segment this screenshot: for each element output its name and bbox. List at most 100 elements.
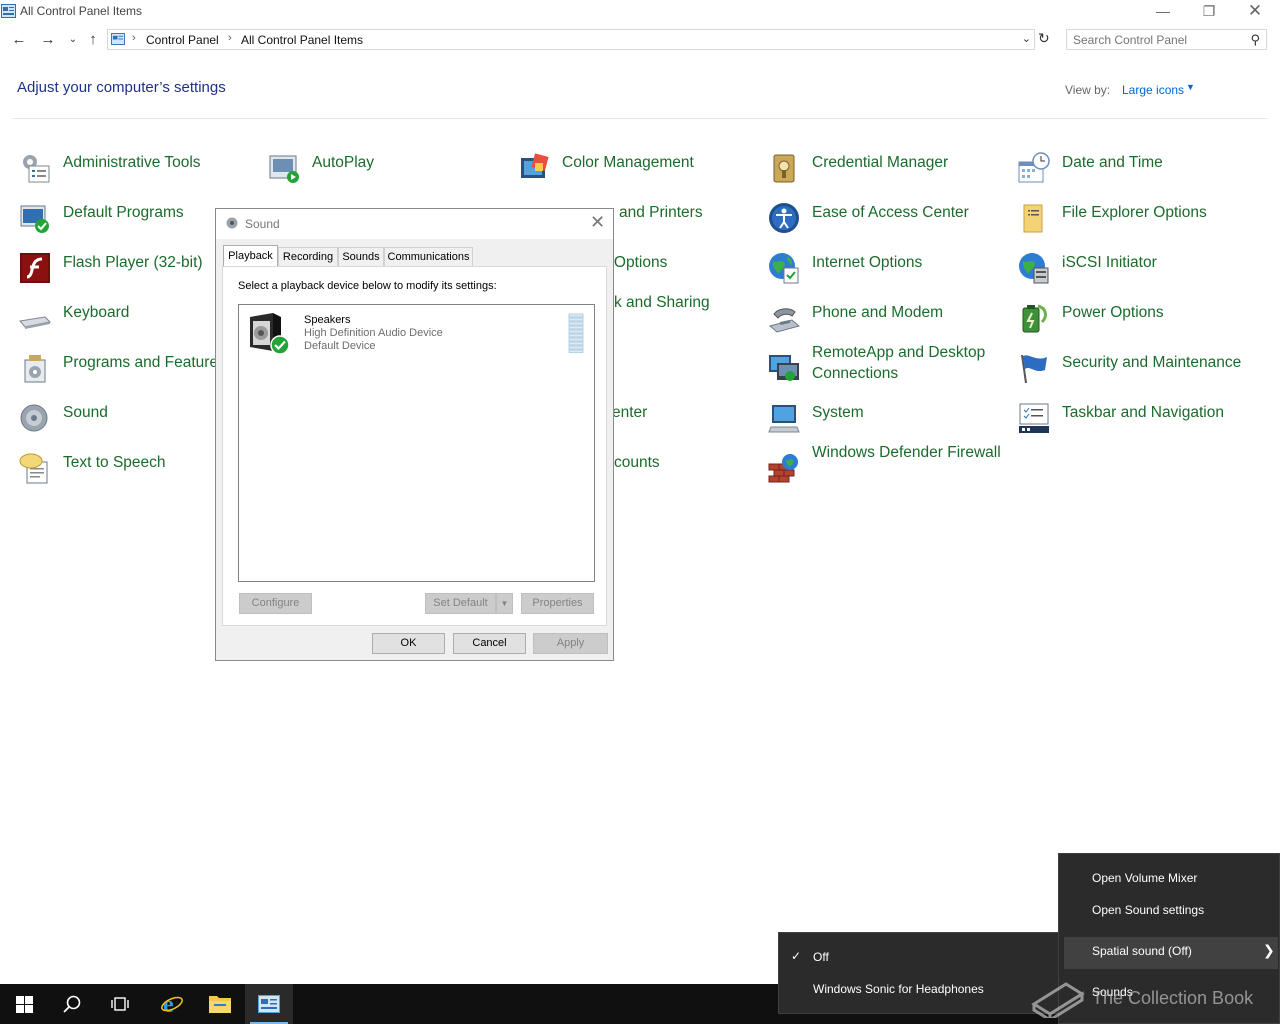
tab-playback[interactable]: Playback xyxy=(223,245,278,267)
caret-down-icon[interactable]: ▼ xyxy=(1186,82,1195,92)
checkmark-icon: ✓ xyxy=(791,949,802,963)
item-autoplay[interactable]: AutoPlay xyxy=(268,152,508,196)
watermark: The Collection Book xyxy=(1030,970,1280,1020)
control-panel-icon xyxy=(111,33,125,45)
item-power-options[interactable]: Power Options xyxy=(1018,302,1258,346)
menu-item-spatial-sound-label: Spatial sound (Off) xyxy=(1092,944,1192,958)
internet-options-icon xyxy=(769,253,799,284)
address-bar[interactable]: › Control Panel › All Control Panel Item… xyxy=(107,29,1035,50)
item-label: Ease of Access Center xyxy=(812,204,969,221)
item-color-management[interactable]: Color Management xyxy=(518,152,758,196)
device-description: High Definition Audio Device xyxy=(304,327,443,339)
header-divider xyxy=(12,118,1268,119)
list-item[interactable]: Speakers High Definition Audio Device De… xyxy=(239,305,594,357)
cancel-button[interactable]: Cancel xyxy=(453,633,526,654)
ease-of-access-icon xyxy=(769,203,799,233)
internet-explorer-button[interactable]: e xyxy=(147,984,195,1024)
refresh-icon[interactable]: ↻ xyxy=(1038,30,1050,47)
task-view-icon xyxy=(111,997,129,1011)
device-list[interactable]: Speakers High Definition Audio Device De… xyxy=(238,304,595,582)
credential-manager-icon xyxy=(773,154,795,183)
item-administrative-tools[interactable]: Administrative Tools xyxy=(19,152,259,196)
item-date-and-time[interactable]: Date and Time xyxy=(1018,152,1258,196)
menu-item-windows-sonic[interactable]: Windows Sonic for Headphones xyxy=(813,982,984,996)
instruction-text: Select a playback device below to modify… xyxy=(238,280,497,292)
item-credential-manager[interactable]: Credential Manager xyxy=(768,152,1008,196)
set-default-button[interactable]: Set Default xyxy=(425,593,496,614)
internet-explorer-icon: e xyxy=(161,992,183,1016)
item-iscsi-initiator[interactable]: iSCSI Initiator xyxy=(1018,252,1258,296)
spatial-sound-submenu: ✓ Off Windows Sonic for Headphones xyxy=(778,932,1060,1014)
item-label: Security and Maintenance xyxy=(1062,354,1242,371)
tab-recording[interactable]: Recording xyxy=(278,247,338,266)
search-icon xyxy=(63,995,81,1013)
page-heading: Adjust your computer’s settings xyxy=(17,79,226,96)
search-box[interactable]: ⚲ xyxy=(1066,29,1267,50)
firewall-icon xyxy=(768,454,798,483)
item-label: Power Options xyxy=(1062,304,1164,321)
properties-button[interactable]: Properties xyxy=(521,593,594,614)
item-label: File Explorer Options xyxy=(1062,204,1207,221)
speaker-icon xyxy=(250,313,290,355)
item-label: RemoteApp and Desktop Connections xyxy=(812,344,986,382)
minimize-icon: — xyxy=(1156,3,1170,19)
menu-item-off[interactable]: Off xyxy=(813,950,829,964)
back-button[interactable]: ← xyxy=(9,30,29,50)
arrow-right-icon: → xyxy=(40,31,56,48)
task-view-button[interactable] xyxy=(96,984,144,1024)
search-button[interactable] xyxy=(48,984,96,1024)
device-name: Speakers xyxy=(304,314,351,326)
up-button[interactable]: ↑ xyxy=(83,30,103,50)
view-by-label: View by: xyxy=(1065,83,1111,97)
phone-modem-icon xyxy=(768,308,800,333)
minimize-button[interactable]: — xyxy=(1140,0,1186,24)
view-by-dropdown[interactable]: Large icons xyxy=(1122,83,1184,97)
date-time-icon xyxy=(1018,152,1050,183)
forward-button[interactable]: → xyxy=(38,30,58,50)
item-label: System xyxy=(812,404,864,421)
dialog-title-bar[interactable]: Sound ✕ xyxy=(216,209,613,239)
item-windows-defender-firewall[interactable]: Windows Defender Firewall xyxy=(768,442,1008,486)
breadcrumb-all-items[interactable]: All Control Panel Items xyxy=(241,33,363,47)
power-options-icon xyxy=(1022,304,1047,333)
item-remoteapp[interactable]: RemoteApp and Desktop Connections xyxy=(768,342,1008,386)
item-label: Date and Time xyxy=(1062,154,1163,171)
control-panel-taskbar-button[interactable] xyxy=(245,984,293,1024)
item-internet-options[interactable]: Internet Options xyxy=(768,252,1008,296)
tab-communications[interactable]: Communications xyxy=(384,247,473,266)
menu-item-open-sound-settings[interactable]: Open Sound settings xyxy=(1092,903,1204,917)
item-security-and-maintenance[interactable]: Security and Maintenance xyxy=(1018,352,1258,396)
color-management-icon xyxy=(521,153,549,178)
restore-button[interactable]: ❐ xyxy=(1186,0,1232,24)
playback-panel: Select a playback device below to modify… xyxy=(222,266,607,626)
chevron-down-icon[interactable]: ⌄ xyxy=(1022,32,1031,45)
configure-button[interactable]: Configure xyxy=(239,593,312,614)
search-icon[interactable]: ⚲ xyxy=(1250,32,1260,48)
chevron-down-icon: ⌄ xyxy=(68,34,78,45)
svg-text:e: e xyxy=(163,992,174,1016)
recent-locations-button[interactable]: ⌄ xyxy=(63,30,83,50)
apply-button[interactable]: Apply xyxy=(533,633,608,654)
item-system[interactable]: System xyxy=(768,402,1008,446)
arrow-up-icon: ↑ xyxy=(89,31,97,48)
tab-sounds[interactable]: Sounds xyxy=(338,247,384,266)
item-phone-and-modem[interactable]: Phone and Modem xyxy=(768,302,1008,346)
item-label: Administrative Tools xyxy=(63,154,201,171)
start-button[interactable] xyxy=(0,984,48,1024)
close-button[interactable]: ✕ xyxy=(1232,0,1278,24)
item-taskbar-and-navigation[interactable]: Taskbar and Navigation xyxy=(1018,402,1258,446)
item-label: Taskbar and Navigation xyxy=(1062,404,1224,421)
restore-icon: ❐ xyxy=(1202,3,1216,19)
close-icon[interactable]: ✕ xyxy=(590,212,605,233)
breadcrumb-control-panel[interactable]: Control Panel xyxy=(146,33,219,47)
book-logo-icon xyxy=(1031,982,1085,1018)
autoplay-icon xyxy=(269,155,299,183)
set-default-dropdown[interactable]: ▼ xyxy=(496,593,513,614)
ok-button[interactable]: OK xyxy=(372,633,445,654)
search-input[interactable] xyxy=(1073,32,1243,47)
item-file-explorer-options[interactable]: File Explorer Options xyxy=(1018,202,1258,246)
menu-item-open-volume-mixer[interactable]: Open Volume Mixer xyxy=(1092,871,1197,885)
item-ease-of-access-center[interactable]: Ease of Access Center xyxy=(768,202,1008,246)
sound-icon xyxy=(226,217,238,229)
file-explorer-button[interactable] xyxy=(196,984,244,1024)
